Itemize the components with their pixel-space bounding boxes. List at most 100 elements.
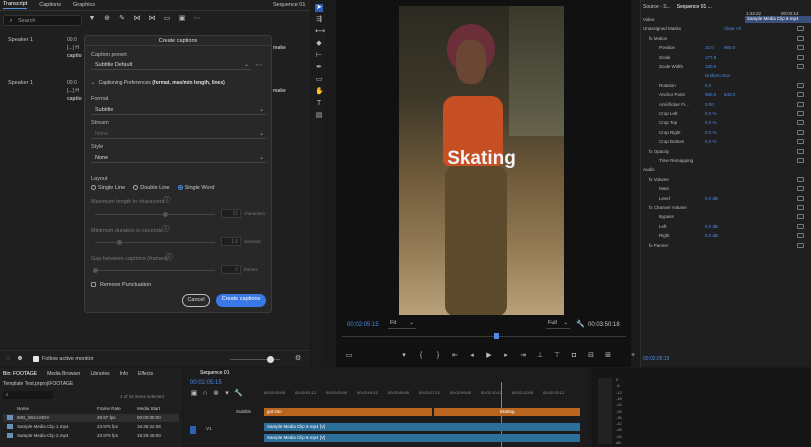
effect-value[interactable]: 0.0 dB	[705, 196, 718, 201]
speaker-icon[interactable]: ⊕	[103, 15, 111, 23]
selection-tool-icon[interactable]: ➤	[315, 4, 323, 12]
keyframe-toggle-icon[interactable]	[797, 101, 804, 107]
nest-icon[interactable]: ▣	[190, 390, 198, 398]
timeline-tab[interactable]: Sequence 01	[200, 370, 229, 376]
extract-icon[interactable]: ⊤	[553, 352, 561, 360]
style-select[interactable]: None ⌄	[91, 154, 266, 163]
caption-overlay[interactable]: Skating	[399, 148, 564, 170]
keyframe-toggle-icon[interactable]	[797, 176, 804, 182]
effect-value[interactable]: 0.00	[705, 102, 714, 107]
keyframe-toggle-icon[interactable]	[797, 139, 804, 145]
layout-single-line[interactable]: Single Line	[91, 185, 125, 191]
more-icon[interactable]: ⋯	[193, 15, 201, 23]
razor-icon[interactable]: ◆	[315, 40, 323, 48]
keyframe-toggle-icon[interactable]	[797, 35, 804, 41]
marker-add-icon[interactable]: ▾	[223, 390, 231, 398]
tab-source[interactable]: Source - S...	[643, 4, 671, 10]
speaker-label[interactable]: Speaker 1	[8, 80, 33, 86]
gap-slider[interactable]	[93, 268, 215, 273]
lift-icon[interactable]: ⊥	[536, 352, 544, 360]
effect-value[interactable]: 0.0	[705, 83, 711, 88]
keyframe-toggle-icon[interactable]	[797, 26, 804, 32]
slip-icon[interactable]: ⊢	[315, 52, 323, 60]
quality-select[interactable]: Full ⌄	[546, 320, 570, 329]
keyframe-toggle-icon[interactable]	[797, 111, 804, 116]
caption-clip[interactable]: got into	[264, 408, 432, 416]
keyframe-toggle-icon[interactable]	[797, 223, 804, 229]
people-icon[interactable]: ☻	[16, 355, 24, 363]
info-icon[interactable]: ⓘ	[165, 254, 173, 262]
track-select-icon[interactable]: ⇶	[315, 16, 323, 24]
transcript-line[interactable]: captio	[67, 96, 82, 102]
more-icon[interactable]: ⋯	[255, 62, 263, 70]
caption-preset-select[interactable]: Subtitle Default ⌄	[91, 61, 251, 70]
effect-value[interactable]: 177.8	[705, 55, 716, 60]
tab-graphics[interactable]: Graphics	[73, 2, 95, 8]
export-icon[interactable]: ▣	[178, 15, 186, 23]
effect-row[interactable]: fx Opacity	[643, 148, 810, 156]
pen-icon[interactable]: ✒	[315, 64, 323, 72]
captions-tool-icon[interactable]: ▤	[315, 112, 323, 120]
captions-icon[interactable]: ▭	[163, 15, 171, 23]
step-back-icon[interactable]: ◂	[468, 352, 476, 360]
effect-row[interactable]: fx Panner	[643, 242, 810, 250]
vr-icon[interactable]: ⊞	[604, 352, 612, 360]
program-timecode[interactable]: 00:02:05:15	[347, 322, 379, 328]
tab-info[interactable]: Info	[120, 371, 128, 377]
keyframe-toggle-icon[interactable]	[797, 158, 804, 163]
ripple-edit-icon[interactable]: ⟷	[315, 28, 325, 36]
go-to-out-icon[interactable]: ⇥	[519, 352, 527, 360]
effect-row[interactable]: Audio	[643, 167, 810, 174]
tab-libraries[interactable]: Libraries	[90, 371, 109, 377]
effect-row[interactable]: Video	[643, 17, 810, 24]
caption-clip[interactable]: Skating	[434, 408, 580, 416]
keyframe-toggle-icon[interactable]	[797, 195, 804, 201]
rectangle-icon[interactable]: ▭	[315, 76, 323, 84]
keyframe-toggle-icon[interactable]	[797, 242, 804, 248]
effect-row[interactable]: fx Motion	[643, 35, 810, 43]
effect-row[interactable]: Crop Bottom 0.0 %	[643, 139, 810, 146]
layout-single-word[interactable]: Single Word	[177, 185, 214, 191]
effect-row[interactable]: Bypass	[643, 214, 810, 221]
tab-bin[interactable]: Bin: FOOTAGE	[3, 371, 37, 377]
effect-value[interactable]: Uniform Sca	[705, 73, 730, 78]
keyframe-toggle-icon[interactable]	[797, 120, 804, 126]
type-icon[interactable]: T	[315, 100, 323, 108]
effect-value[interactable]: 540.0	[724, 92, 735, 97]
effect-value[interactable]: 0.0 %	[705, 111, 717, 116]
project-row[interactable]: IMG_9614.MOV 29.97 fps 00:00:00:00	[3, 414, 179, 422]
format-select[interactable]: Subtitle ⌄	[91, 106, 266, 115]
effect-value[interactable]: 0.0 dB	[705, 224, 718, 229]
track-target-v1[interactable]	[190, 426, 196, 434]
camera-icon[interactable]: ◘	[570, 352, 578, 360]
info-icon[interactable]: ⓘ	[163, 197, 171, 205]
tab-media-browser[interactable]: Media Browser	[47, 371, 80, 377]
marker-icon[interactable]: ▾	[400, 352, 408, 360]
max-length-slider[interactable]	[95, 212, 215, 217]
transcript-line[interactable]: [...] H	[67, 88, 79, 94]
settings-icon[interactable]: ⚙	[294, 355, 302, 363]
col-media-start[interactable]: Media Start	[137, 406, 160, 411]
effect-value[interactable]: 960.0	[705, 92, 716, 97]
keyframe-toggle-icon[interactable]	[797, 92, 804, 98]
effect-row[interactable]: fx Volume	[643, 176, 810, 184]
timeline-timecode[interactable]: 00:02:05:15	[190, 380, 222, 386]
effect-row[interactable]: Scale 177.8	[643, 54, 810, 62]
keyframe-toggle-icon[interactable]	[797, 148, 804, 154]
keyframe-toggle-icon[interactable]	[797, 129, 804, 135]
project-row[interactable]: Sample Media Clip 2.mp4 23.976 fps 19:29:4…	[3, 432, 179, 440]
keyframe-toggle-icon[interactable]	[797, 45, 804, 51]
create-captions-button[interactable]: Create captions	[216, 294, 266, 307]
effect-row[interactable]: Mute	[643, 186, 810, 193]
transcript-line[interactable]: [...] H	[67, 45, 79, 51]
keyframe-toggle-icon[interactable]	[797, 82, 804, 88]
col-name[interactable]: Name	[17, 406, 29, 411]
effect-row[interactable]: Level 0.0 dB	[643, 195, 810, 203]
effect-value[interactable]: 0.0 %	[705, 139, 717, 144]
step-forward-icon[interactable]: ▸	[502, 352, 510, 360]
project-search[interactable]: ⌕	[3, 391, 53, 399]
tab-captions[interactable]: Captions	[39, 2, 61, 8]
keyframe-toggle-icon[interactable]	[797, 214, 804, 220]
linked-icon[interactable]: ⊗	[212, 390, 220, 398]
snap-icon[interactable]: ∩	[201, 390, 209, 398]
